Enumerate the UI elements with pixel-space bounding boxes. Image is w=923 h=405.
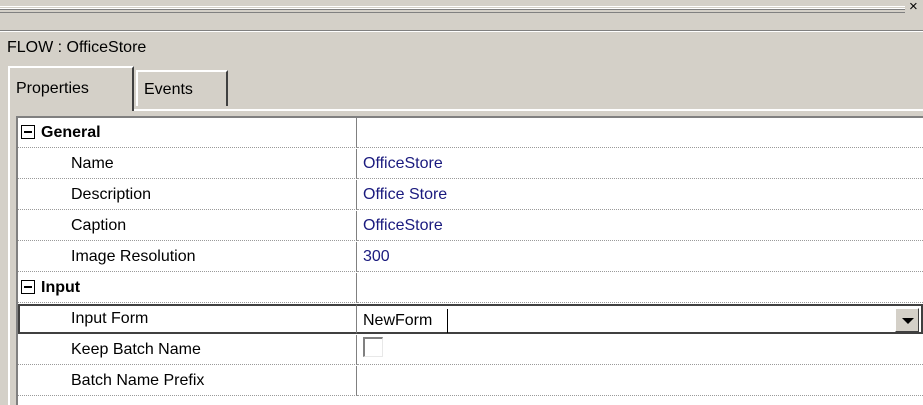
close-icon[interactable]: × bbox=[909, 0, 918, 16]
input-form-dropdown[interactable]: NewForm bbox=[357, 304, 923, 334]
chevron-down-icon[interactable] bbox=[895, 308, 919, 332]
property-row-keep-batch-name[interactable]: Keep Batch Name bbox=[18, 335, 923, 366]
collapse-icon[interactable] bbox=[21, 280, 35, 294]
category-name-cell: Input bbox=[18, 273, 357, 303]
divider-highlight bbox=[0, 31, 923, 32]
collapse-icon[interactable] bbox=[21, 125, 35, 139]
property-value-cell[interactable] bbox=[357, 366, 923, 396]
property-row-name[interactable]: Name OfficeStore bbox=[18, 149, 923, 180]
property-value-cell[interactable]: OfficeStore bbox=[357, 211, 923, 241]
property-name-cell: Name bbox=[18, 149, 357, 179]
panel-grip-bar-inner bbox=[0, 8, 905, 10]
dropdown-value[interactable]: NewForm bbox=[363, 310, 432, 332]
panel-title: FLOW : OfficeStore bbox=[7, 39, 147, 56]
property-value-cell[interactable]: OfficeStore bbox=[357, 149, 923, 179]
tab-properties[interactable]: Properties bbox=[8, 66, 134, 111]
property-label: Caption bbox=[71, 217, 127, 234]
property-value: Office Store bbox=[363, 186, 448, 203]
property-label: Name bbox=[71, 155, 114, 172]
property-value: 300 bbox=[363, 248, 390, 265]
property-value-cell[interactable] bbox=[357, 335, 923, 365]
text-caret bbox=[447, 309, 448, 333]
category-value-cell bbox=[357, 118, 923, 148]
property-row-image-resolution[interactable]: Image Resolution 300 bbox=[18, 242, 923, 273]
property-value: OfficeStore bbox=[363, 217, 443, 234]
property-value: OfficeStore bbox=[363, 155, 443, 172]
property-name-cell: Keep Batch Name bbox=[18, 335, 357, 365]
property-label: Batch Name Prefix bbox=[71, 372, 205, 389]
keep-batch-name-checkbox[interactable] bbox=[363, 337, 383, 357]
category-label: Input bbox=[41, 279, 81, 296]
property-value-cell[interactable]: 300 bbox=[357, 242, 923, 272]
property-row-batch-name-prefix[interactable]: Batch Name Prefix bbox=[18, 366, 923, 397]
property-name-cell: Image Resolution bbox=[18, 242, 357, 272]
category-value-cell bbox=[357, 273, 923, 303]
property-name-cell: Description bbox=[18, 180, 357, 210]
category-label: General bbox=[41, 124, 101, 141]
property-label: Keep Batch Name bbox=[71, 341, 201, 358]
property-value-cell[interactable]: Office Store bbox=[357, 180, 923, 210]
property-row-description[interactable]: Description Office Store bbox=[18, 180, 923, 211]
tab-events[interactable]: Events bbox=[136, 70, 228, 106]
property-name-cell: Batch Name Prefix bbox=[18, 366, 357, 396]
property-row-input-form[interactable]: Input Form NewForm bbox=[18, 304, 923, 335]
property-label: Input Form bbox=[71, 310, 149, 327]
property-label: Image Resolution bbox=[71, 248, 196, 265]
property-label: Description bbox=[71, 186, 152, 203]
category-row-general[interactable]: General bbox=[18, 118, 923, 149]
category-name-cell: General bbox=[18, 118, 357, 148]
property-row-caption[interactable]: Caption OfficeStore bbox=[18, 211, 923, 242]
property-name-cell: Input Form bbox=[18, 304, 357, 334]
property-name-cell: Caption bbox=[18, 211, 357, 241]
category-row-input[interactable]: Input bbox=[18, 273, 923, 304]
property-grid: General Name OfficeStore Description Off… bbox=[16, 116, 923, 405]
